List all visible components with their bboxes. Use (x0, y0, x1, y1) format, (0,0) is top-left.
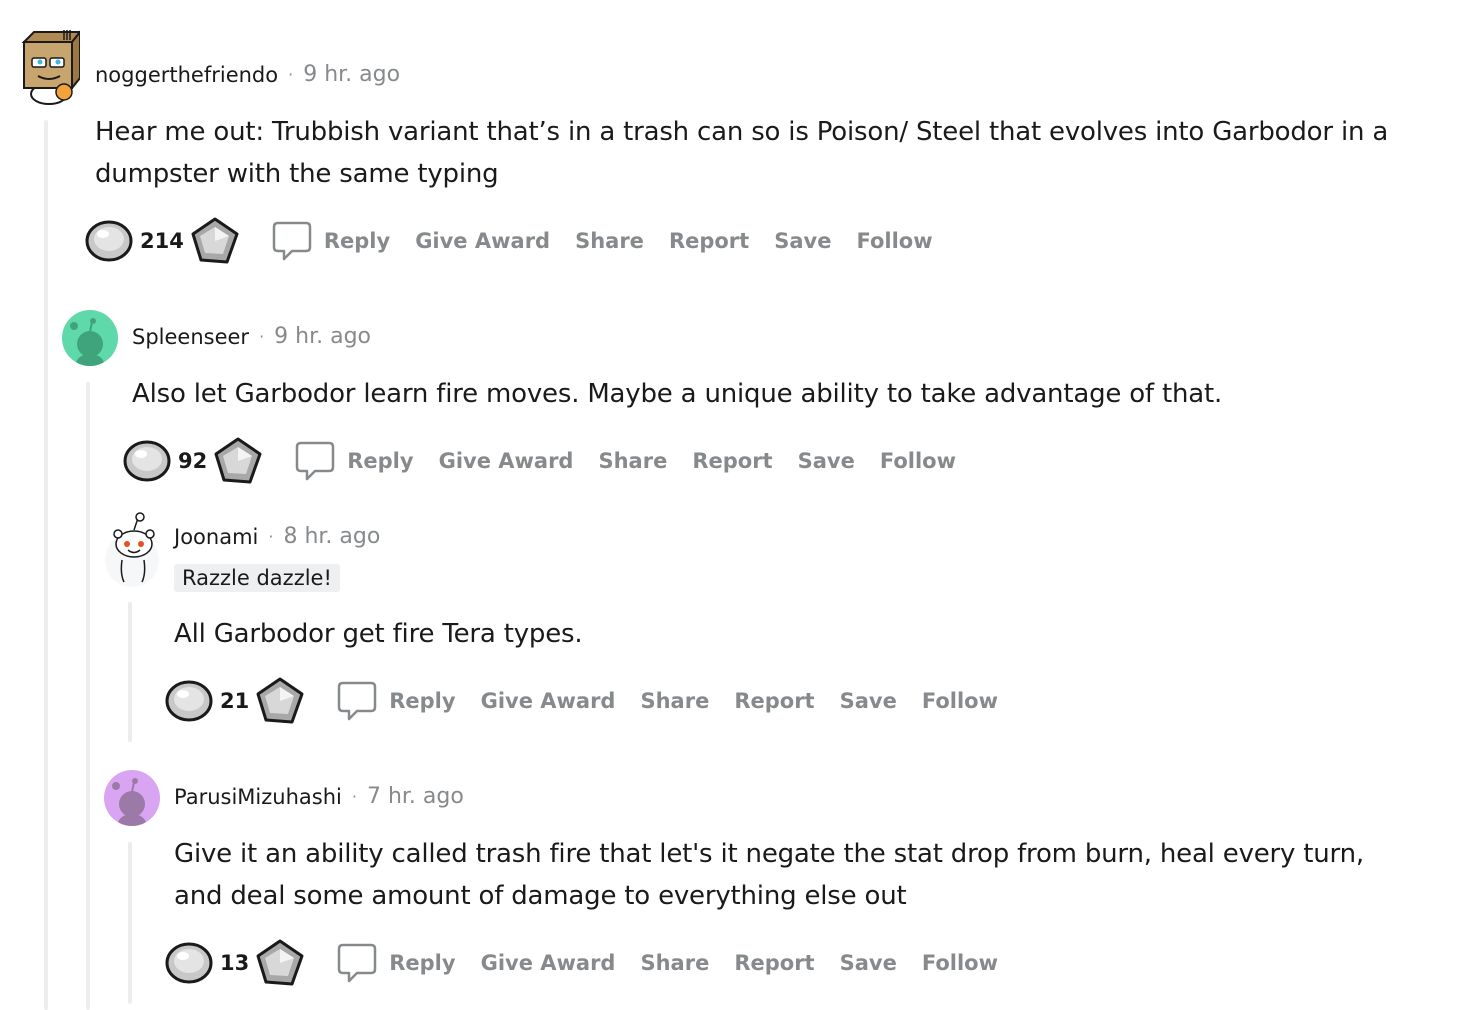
save-button[interactable]: Save (840, 951, 897, 975)
comment-actions: 13 Reply Give Award Share Report Save Fo… (164, 938, 1023, 988)
comment-actions: 92 Reply Give Award Share Report Save Fo… (122, 436, 981, 486)
share-button[interactable]: Share (640, 951, 709, 975)
reply-icon[interactable] (295, 440, 335, 482)
separator-dot: · (351, 787, 357, 806)
comment-body: Give it an ability called trash fire tha… (174, 839, 1364, 911)
avatar[interactable] (104, 512, 164, 588)
report-button[interactable]: Report (669, 229, 749, 253)
vote-score: 13 (220, 951, 250, 975)
award-gem-icon[interactable] (213, 436, 263, 486)
avatar[interactable] (104, 770, 160, 826)
timestamp[interactable]: 9 hr. ago (274, 324, 371, 349)
avatar[interactable] (62, 310, 118, 366)
comment-meta: Joonami · 8 hr. ago (174, 524, 380, 549)
report-button[interactable]: Report (734, 951, 814, 975)
reply-button[interactable]: Reply (347, 449, 413, 473)
comment-actions: 21 Reply Give Award Share Report Save Fo… (164, 676, 1023, 726)
upvote-icon[interactable] (164, 940, 214, 986)
share-button[interactable]: Share (598, 449, 667, 473)
comment-meta: ParusiMizuhashi · 7 hr. ago (174, 784, 464, 809)
comment-actions: 214 Reply Give Award Share Report Save F… (84, 216, 958, 266)
thread-line-level-1[interactable] (44, 120, 48, 1010)
upvote-icon[interactable] (164, 678, 214, 724)
follow-button[interactable]: Follow (880, 449, 956, 473)
separator-dot: · (288, 65, 294, 84)
comment-meta: noggerthefriendo · 9 hr. ago (95, 62, 400, 87)
save-button[interactable]: Save (840, 689, 897, 713)
upvote-icon[interactable] (122, 438, 172, 484)
comment-meta: Spleenseer · 9 hr. ago (132, 324, 371, 349)
thread-line-level-2[interactable] (86, 382, 90, 1010)
comment-body: Also let Garbodor learn fire moves. Mayb… (132, 379, 1223, 409)
snoo-avatar-icon (105, 512, 159, 587)
separator-dot: · (259, 327, 265, 346)
reply-button[interactable]: Reply (389, 689, 455, 713)
give-award-button[interactable]: Give Award (439, 449, 574, 473)
reply-icon[interactable] (337, 942, 377, 984)
vote-score: 214 (140, 229, 184, 253)
report-button[interactable]: Report (692, 449, 772, 473)
vote-score: 21 (220, 689, 250, 713)
follow-button[interactable]: Follow (922, 951, 998, 975)
share-button[interactable]: Share (640, 689, 709, 713)
username[interactable]: ParusiMizuhashi (174, 785, 342, 809)
default-snoo-avatar-icon (112, 778, 146, 826)
separator-dot: · (268, 527, 274, 546)
thread-line-joonami[interactable] (128, 602, 132, 742)
comment-body: All Garbodor get fire Tera types. (174, 619, 583, 649)
reply-button[interactable]: Reply (389, 951, 455, 975)
timestamp[interactable]: 9 hr. ago (303, 62, 400, 87)
comment-body: Hear me out: Trubbish variant that’s in … (95, 117, 1389, 189)
upvote-icon[interactable] (84, 218, 134, 264)
reply-icon[interactable] (272, 220, 312, 262)
award-gem-icon[interactable] (190, 216, 240, 266)
thread-line-parusi[interactable] (128, 842, 132, 1004)
default-snoo-avatar-icon (70, 318, 104, 366)
vote-score: 92 (178, 449, 208, 473)
avatar[interactable] (18, 28, 83, 106)
give-award-button[interactable]: Give Award (481, 951, 616, 975)
follow-button[interactable]: Follow (922, 689, 998, 713)
award-gem-icon[interactable] (255, 938, 305, 988)
reply-icon[interactable] (337, 680, 377, 722)
share-button[interactable]: Share (575, 229, 644, 253)
user-flair: Razzle dazzle! (174, 564, 340, 592)
timestamp[interactable]: 8 hr. ago (283, 524, 380, 549)
give-award-button[interactable]: Give Award (481, 689, 616, 713)
box-head-snoo-avatar-icon (21, 29, 83, 105)
follow-button[interactable]: Follow (856, 229, 932, 253)
award-gem-icon[interactable] (255, 676, 305, 726)
save-button[interactable]: Save (774, 229, 831, 253)
give-award-button[interactable]: Give Award (415, 229, 550, 253)
timestamp[interactable]: 7 hr. ago (367, 784, 464, 809)
save-button[interactable]: Save (798, 449, 855, 473)
username[interactable]: Joonami (174, 525, 258, 549)
username[interactable]: noggerthefriendo (95, 63, 278, 87)
username[interactable]: Spleenseer (132, 325, 249, 349)
report-button[interactable]: Report (734, 689, 814, 713)
reply-button[interactable]: Reply (324, 229, 390, 253)
